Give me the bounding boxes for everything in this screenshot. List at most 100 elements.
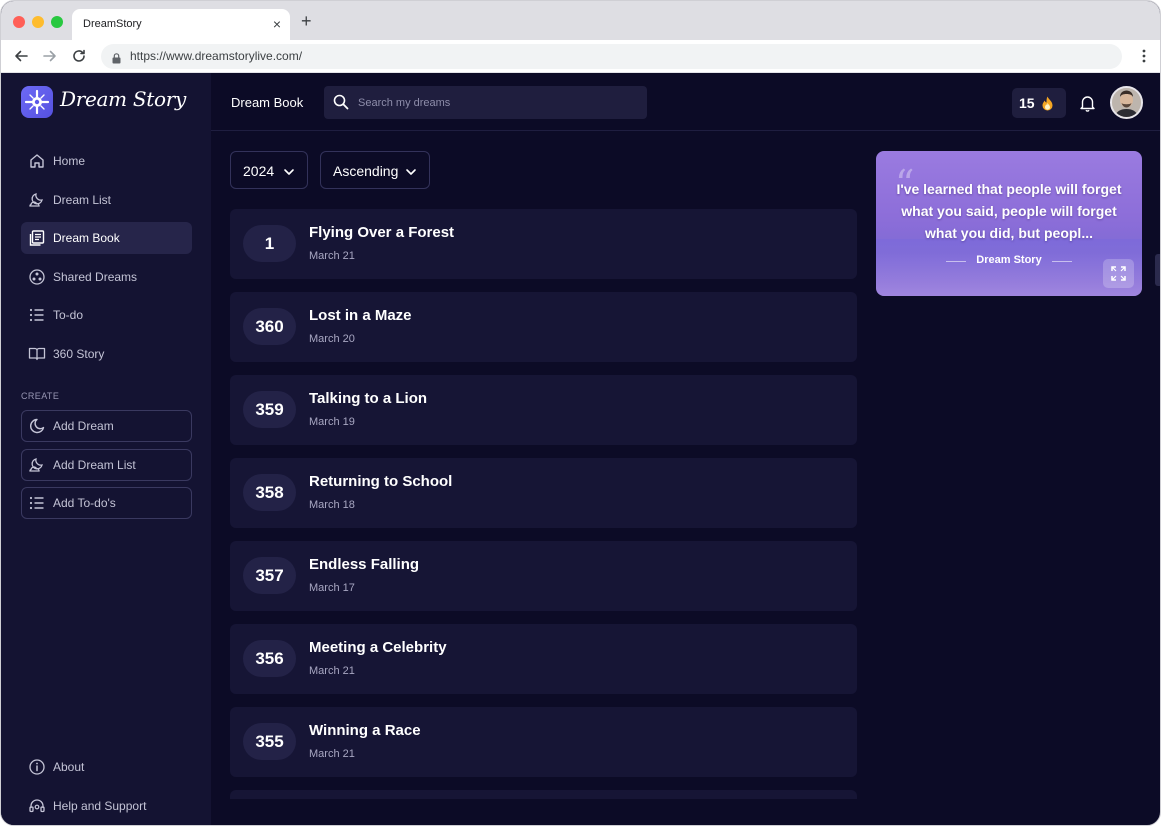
- lock-icon: [112, 51, 121, 64]
- browser-toolbar: https://www.dreamstorylive.com/: [1, 40, 1160, 73]
- expand-icon[interactable]: [1103, 259, 1134, 288]
- reload-icon[interactable]: [70, 47, 88, 65]
- dream-title: Flying Over a Forest: [309, 224, 455, 241]
- streak-badge[interactable]: 15: [1012, 88, 1066, 118]
- dream-card[interactable]: 360 Lost in a Maze March 20: [230, 292, 857, 362]
- main-content: 2024 Ascending 1 Flying Over a Forest Ma…: [211, 132, 1160, 825]
- dream-card[interactable]: 1 Flying Over a Forest March 21: [230, 209, 857, 279]
- dream-number-badge: 357: [243, 557, 296, 594]
- bell-icon[interactable]: [1079, 94, 1096, 112]
- browser-tab[interactable]: DreamStory ×: [72, 9, 290, 40]
- dream-date: March 21: [309, 250, 355, 262]
- sidebar-item-label: Help and Support: [53, 799, 147, 813]
- moon-icon: [28, 417, 46, 435]
- dream-card[interactable]: 359 Talking to a Lion March 19: [230, 375, 857, 445]
- search-input[interactable]: [358, 94, 638, 112]
- sort-order-value: Ascending: [333, 163, 399, 179]
- headset-icon: [28, 797, 46, 815]
- logo-icon[interactable]: [21, 86, 53, 118]
- add-dream-button[interactable]: Add Dream: [21, 410, 192, 442]
- quote-card: “ I've learned that people will forget w…: [876, 151, 1142, 296]
- minimize-window-button[interactable]: [32, 16, 44, 28]
- address-bar[interactable]: https://www.dreamstorylive.com/: [101, 44, 1122, 69]
- add-dream-list-button[interactable]: Add Dream List: [21, 449, 192, 481]
- dream-number-badge: 356: [243, 640, 296, 677]
- dream-title: Winning a Race: [309, 722, 421, 739]
- list-icon: [28, 494, 46, 512]
- tab-close-icon[interactable]: ×: [273, 16, 281, 32]
- dream-date: March 21: [309, 665, 355, 677]
- divider: [1052, 261, 1072, 262]
- back-arrow-icon[interactable]: [12, 47, 30, 65]
- maximize-window-button[interactable]: [51, 16, 63, 28]
- add-dream-label: Add Dream: [53, 419, 114, 433]
- sidebar-item-360-story[interactable]: 360 Story: [21, 338, 192, 370]
- dream-date: March 18: [309, 499, 355, 511]
- browser-window: DreamStory × + https://www.dreamstoryliv…: [0, 0, 1161, 826]
- forward-arrow-icon[interactable]: [41, 47, 59, 65]
- chevron-down-icon: [405, 165, 417, 177]
- avatar[interactable]: [1110, 86, 1143, 119]
- chevron-down-icon: [283, 165, 295, 177]
- search-box: [324, 86, 647, 119]
- dream-card[interactable]: 356 Meeting a Celebrity March 21: [230, 624, 857, 694]
- sidebar: Dream Story Home Dream List Dream Book S…: [1, 73, 211, 825]
- dream-date: March 17: [309, 582, 355, 594]
- sidebar-item-label: Dream List: [53, 193, 112, 207]
- dream-number-badge: 360: [243, 308, 296, 345]
- sidebar-item-label: To-do: [53, 308, 84, 322]
- dream-card[interactable]: 358 Returning to School March 18: [230, 458, 857, 528]
- year-select-value: 2024: [243, 163, 275, 179]
- brand-name: Dream Story: [60, 87, 187, 111]
- dream-date: March 19: [309, 416, 355, 428]
- dream-number-badge: 358: [243, 474, 296, 511]
- browser-tab-bar: DreamStory × +: [1, 1, 1160, 40]
- info-icon: [28, 758, 46, 776]
- sidebar-item-dream-book[interactable]: Dream Book: [21, 222, 192, 254]
- year-select[interactable]: 2024: [230, 151, 308, 189]
- book-icon: [28, 229, 46, 247]
- moon-clouds-icon: [28, 456, 46, 474]
- sidebar-item-label: About: [53, 760, 85, 774]
- dream-list: 1 Flying Over a Forest March 21 360 Lost…: [230, 209, 857, 799]
- share-circle-icon: [28, 268, 46, 286]
- dream-title: Talking to a Lion: [309, 390, 428, 407]
- quote-text: I've learned that people will forget wha…: [896, 181, 1122, 241]
- create-section-label: CREATE: [21, 391, 60, 401]
- dream-card[interactable]: 355 Winning a Race March 21: [230, 707, 857, 777]
- dream-date: March 20: [309, 333, 355, 345]
- home-icon: [28, 152, 46, 170]
- sort-order-select[interactable]: Ascending: [320, 151, 430, 189]
- sidebar-item-about[interactable]: About: [21, 751, 192, 783]
- dream-card[interactable]: 357 Endless Falling March 17: [230, 541, 857, 611]
- sidebar-item-shared-dreams[interactable]: Shared Dreams: [21, 261, 192, 293]
- sidebar-item-label: Home: [53, 154, 86, 168]
- url-text: https://www.dreamstorylive.com/: [130, 49, 303, 63]
- open-book-icon: [28, 345, 46, 363]
- dream-number-badge: 1: [243, 225, 296, 262]
- dream-title: Lost in a Maze: [309, 307, 412, 324]
- close-window-button[interactable]: [13, 16, 25, 28]
- browser-menu-icon[interactable]: [1142, 48, 1146, 64]
- new-tab-button[interactable]: +: [301, 12, 312, 30]
- panel-collapse-handle[interactable]: [1155, 254, 1160, 286]
- dream-number-badge: 355: [243, 723, 296, 760]
- sidebar-item-help-and-support[interactable]: Help and Support: [21, 790, 192, 822]
- app: Dream Story Home Dream List Dream Book S…: [1, 73, 1160, 825]
- dream-number-badge: 359: [243, 391, 296, 428]
- tab-title: DreamStory: [83, 18, 142, 30]
- dream-title: Meeting a Celebrity: [309, 639, 447, 656]
- page-title: Dream Book: [231, 95, 304, 110]
- sidebar-item-label: 360 Story: [53, 347, 105, 361]
- list-icon: [28, 306, 46, 324]
- add-todos-label: Add To-do's: [53, 496, 116, 510]
- dream-card-partial[interactable]: [230, 790, 857, 799]
- streak-count: 15: [1019, 95, 1035, 111]
- dream-title: Endless Falling: [309, 556, 420, 573]
- search-icon: [333, 94, 349, 110]
- add-todos-button[interactable]: Add To-do's: [21, 487, 192, 519]
- sidebar-item-dream-list[interactable]: Dream List: [21, 184, 192, 216]
- sidebar-item-label: Dream Book: [53, 231, 120, 245]
- sidebar-item-to-do[interactable]: To-do: [21, 299, 192, 331]
- sidebar-item-home[interactable]: Home: [21, 145, 192, 177]
